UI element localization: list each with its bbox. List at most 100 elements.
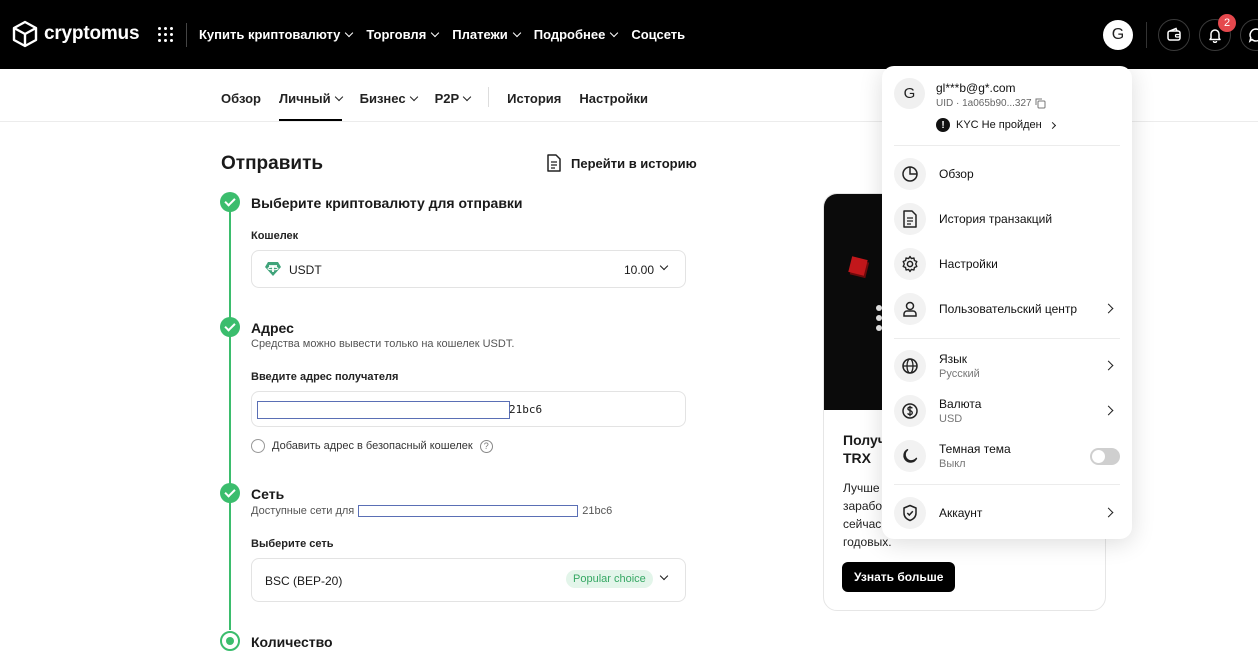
chevron-down-icon <box>334 92 343 101</box>
logo[interactable]: cryptomus <box>12 20 140 48</box>
menu-item-dark-theme[interactable]: Темная тема Выкл <box>894 439 1120 473</box>
step-complete-icon <box>220 317 240 337</box>
chevron-down-icon <box>610 28 619 38</box>
divider <box>488 87 490 107</box>
chevron-right-icon <box>1103 405 1114 416</box>
menu-item-label: Темная тема <box>939 442 1011 456</box>
menu-item-label: История транзакций <box>939 212 1053 226</box>
tab-business[interactable]: Бизнес <box>359 89 418 107</box>
chevron-right-icon <box>1103 507 1114 518</box>
step-current-icon <box>220 631 240 651</box>
address-label: Введите адрес получателя <box>251 371 399 383</box>
wallet-icon <box>1167 27 1181 41</box>
apps-grid-icon[interactable] <box>158 27 173 42</box>
menu-item-language[interactable]: Язык Русский <box>894 349 1120 383</box>
help-icon[interactable]: ? <box>479 439 493 453</box>
document-icon <box>894 203 926 235</box>
nav-buy-crypto[interactable]: Купить криптовалюту <box>199 27 354 42</box>
step-title-currency: Выберите криптовалюту для отправки <box>251 195 523 211</box>
address-hint: Средства можно вывести только на кошелек… <box>251 338 515 350</box>
wallet-select[interactable]: USDT 10.00 <box>251 250 686 288</box>
step-title-amount: Количество <box>251 634 333 650</box>
tab-overview[interactable]: Обзор <box>221 89 261 107</box>
address-input[interactable]: 21bc6 <box>251 391 686 427</box>
nav-more[interactable]: Подробнее <box>534 27 619 42</box>
learn-more-button[interactable]: Узнать больше <box>842 562 956 592</box>
kyc-status-link[interactable]: ! KYC Не пройден <box>936 118 1056 132</box>
network-hint: Доступные сети для 21bc6 <box>251 505 612 517</box>
user-uid: UID · 1a065b90...327 <box>936 98 1046 109</box>
tab-label: Обзор <box>221 90 261 106</box>
language-value: Русский <box>939 368 980 380</box>
nav-label: Купить криптовалюту <box>199 27 341 42</box>
chevron-right-icon <box>1103 360 1114 371</box>
step-title-network: Сеть <box>251 486 285 502</box>
chevron-down-icon <box>345 28 354 38</box>
chevron-down-icon <box>512 28 521 38</box>
network-label: Выберите сеть <box>251 538 334 550</box>
chevron-down-icon <box>659 571 669 581</box>
radio-button[interactable] <box>251 439 265 453</box>
tab-p2p[interactable]: P2P <box>434 89 472 107</box>
divider <box>894 484 1120 485</box>
dark-theme-toggle[interactable] <box>1090 448 1120 465</box>
tab-history[interactable]: История <box>507 89 561 107</box>
nav-trading[interactable]: Торговля <box>366 27 440 42</box>
step-title-address: Адрес <box>251 320 294 336</box>
network-select[interactable]: BSC (BEP-20) Popular choice <box>251 558 686 602</box>
menu-item-user-center[interactable]: Пользовательский центр <box>894 292 1120 326</box>
network-value: BSC (BEP-20) <box>265 574 343 588</box>
menu-item-account[interactable]: Аккаунт <box>894 496 1120 530</box>
tab-settings[interactable]: Настройки <box>579 89 648 107</box>
chat-button[interactable] <box>1240 19 1258 51</box>
tab-label: P2P <box>434 90 460 106</box>
currency-name: USDT <box>289 263 322 277</box>
nav-payments[interactable]: Платежи <box>452 27 521 42</box>
chevron-down-icon <box>659 261 669 271</box>
chevron-down-icon <box>431 28 440 38</box>
menu-item-settings[interactable]: Настройки <box>894 247 1120 281</box>
divider <box>186 23 187 47</box>
tab-label: Бизнес <box>359 90 406 106</box>
divider <box>894 338 1120 339</box>
nav-label: Платежи <box>452 27 508 42</box>
history-link-label: Перейти в историю <box>571 155 697 171</box>
go-to-history-link[interactable]: Перейти в историю <box>546 154 697 172</box>
menu-item-currency[interactable]: Валюта USD <box>894 394 1120 428</box>
network-hint-prefix: Доступные сети для <box>251 505 355 517</box>
page-title: Отправить <box>221 153 324 174</box>
safe-wallet-option[interactable]: Добавить адрес в безопасный кошелек ? <box>251 439 493 453</box>
currency-value: USD <box>939 413 963 425</box>
menu-item-label: Настройки <box>939 257 998 271</box>
menu-item-label: Обзор <box>939 167 974 181</box>
globe-icon <box>894 350 926 382</box>
tab-personal[interactable]: Личный <box>279 89 343 121</box>
chevron-down-icon <box>409 92 418 101</box>
redacted-address <box>257 401 510 419</box>
cube-graphic <box>848 256 868 276</box>
tab-label: История <box>507 90 562 106</box>
chat-icon <box>1248 28 1258 43</box>
tab-label: Личный <box>279 90 331 106</box>
warning-icon: ! <box>936 118 950 132</box>
safe-wallet-label: Добавить адрес в безопасный кошелек <box>272 440 473 452</box>
copy-icon[interactable] <box>1035 98 1046 109</box>
chevron-down-icon <box>462 92 472 101</box>
progress-line <box>229 210 231 630</box>
menu-item-overview[interactable]: Обзор <box>894 157 1120 191</box>
menu-item-transactions[interactable]: История транзакций <box>894 202 1120 236</box>
nav-social[interactable]: Соцсеть <box>631 27 685 42</box>
wallet-button[interactable] <box>1158 19 1190 51</box>
gear-icon <box>894 248 926 280</box>
user-avatar-button[interactable]: G <box>1103 20 1133 50</box>
chevron-right-icon <box>1048 121 1056 129</box>
brand-name: cryptomus <box>44 23 140 44</box>
main-nav: Купить криптовалюту Торговля Платежи Под… <box>199 27 685 42</box>
divider <box>1146 22 1147 48</box>
tether-icon <box>265 262 281 276</box>
chevron-right-icon <box>1103 303 1114 314</box>
promo-title: Получ TRX <box>843 432 886 466</box>
dollar-icon <box>894 395 926 427</box>
network-hint-suffix: 21bc6 <box>582 505 613 517</box>
wallet-label: Кошелек <box>251 230 299 242</box>
